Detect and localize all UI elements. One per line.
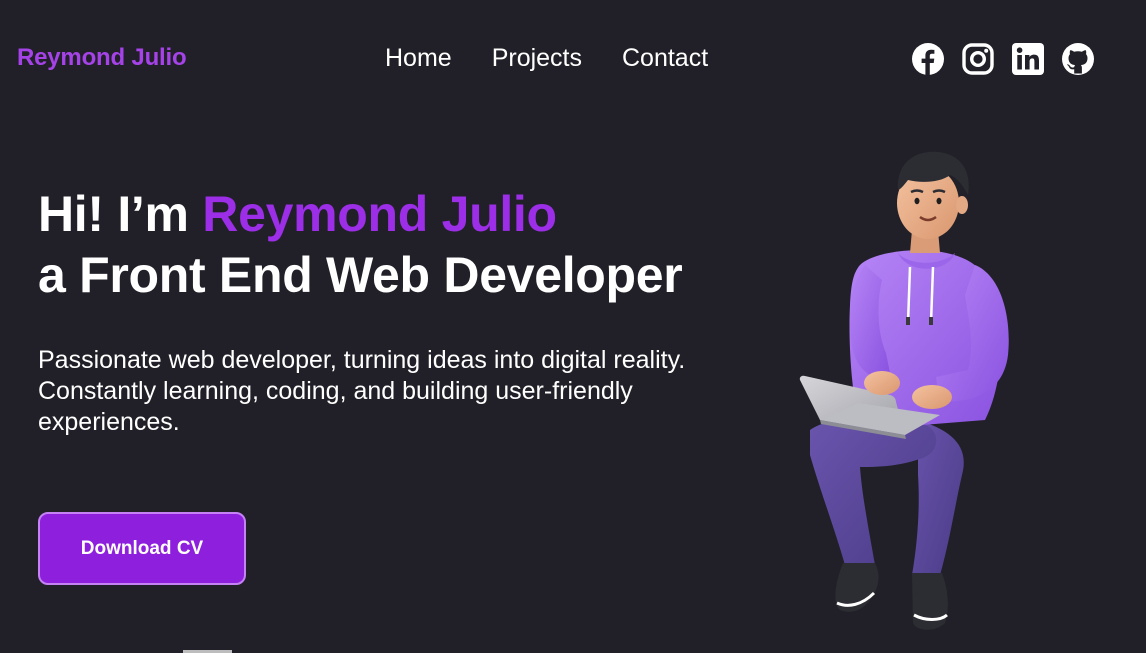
github-icon[interactable] [1061, 42, 1095, 76]
nav-link-projects[interactable]: Projects [492, 44, 582, 73]
hero-role: a Front End Web Developer [38, 247, 683, 303]
hero-description: Passionate web developer, turning ideas … [38, 346, 686, 436]
main-nav: Home Projects Contact [385, 44, 708, 73]
linkedin-icon[interactable] [1011, 42, 1045, 76]
hero-title: Hi! I’m Reymond Julio a Front End Web De… [38, 184, 683, 306]
facebook-icon[interactable] [911, 42, 945, 76]
developer-3d-avatar-icon [799, 151, 1009, 630]
nav-link-home[interactable]: Home [385, 44, 452, 73]
instagram-icon[interactable] [961, 42, 995, 76]
site-logo[interactable]: Reymond Julio [17, 44, 187, 72]
hero-greeting: Hi! I’m [38, 186, 203, 242]
nav-link-contact[interactable]: Contact [622, 44, 708, 73]
portfolio-page: Reymond Julio Home Projects Contact Hi! … [0, 0, 1146, 653]
hero-name: Reymond Julio [202, 186, 557, 242]
download-cv-button[interactable]: Download CV [38, 512, 246, 585]
social-links [911, 42, 1095, 76]
